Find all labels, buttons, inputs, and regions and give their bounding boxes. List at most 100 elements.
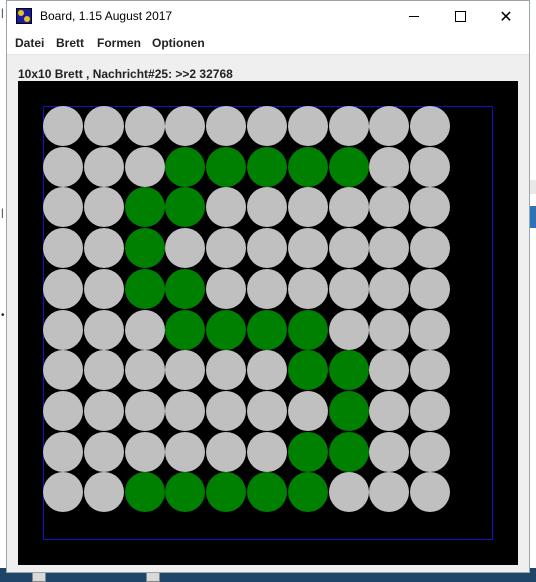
board-cell[interactable]: [206, 106, 247, 146]
board-cell[interactable]: [369, 309, 410, 350]
menu-datei[interactable]: Datei: [15, 36, 44, 50]
board-cell[interactable]: [369, 268, 410, 309]
board-cell[interactable]: [247, 431, 287, 472]
board-cell[interactable]: [124, 390, 165, 431]
maximize-icon: [454, 11, 466, 22]
board-cell[interactable]: [83, 390, 124, 431]
board-cell[interactable]: [328, 350, 369, 391]
board-cell[interactable]: [247, 268, 287, 309]
board-cell[interactable]: [328, 106, 369, 146]
board-cell[interactable]: [328, 309, 369, 350]
board-cell[interactable]: [287, 268, 328, 309]
board-cell[interactable]: [83, 431, 124, 472]
board-cell[interactable]: [165, 268, 206, 309]
board-cell[interactable]: [43, 106, 83, 146]
board-cell[interactable]: [328, 146, 369, 187]
board-cell[interactable]: [43, 431, 83, 472]
board-cell[interactable]: [124, 146, 165, 187]
board-cell[interactable]: [124, 228, 165, 269]
board-cell[interactable]: [43, 146, 83, 187]
board-cell[interactable]: [43, 390, 83, 431]
board-cell[interactable]: [369, 146, 410, 187]
board-cell[interactable]: [410, 390, 451, 431]
board-cell[interactable]: [83, 106, 124, 146]
board-cell[interactable]: [410, 268, 451, 309]
board-cell[interactable]: [328, 268, 369, 309]
board-cell[interactable]: [328, 431, 369, 472]
board-cell[interactable]: [83, 187, 124, 228]
board-cell[interactable]: [287, 228, 328, 269]
app-icon-dot: [24, 16, 30, 22]
board-cell[interactable]: [83, 228, 124, 269]
board-cell[interactable]: [287, 390, 328, 431]
board-cell[interactable]: [328, 228, 369, 269]
board-cell[interactable]: [328, 472, 369, 513]
board-cell[interactable]: [43, 309, 83, 350]
board-cell[interactable]: [247, 350, 287, 391]
client-area: 10x10 Brett , Nachricht#25: >>2 32768: [7, 55, 529, 572]
board-cell[interactable]: [287, 146, 328, 187]
board-cell[interactable]: [206, 309, 247, 350]
board-cell[interactable]: [83, 309, 124, 350]
board-cell[interactable]: [124, 187, 165, 228]
minimize-button[interactable]: [391, 1, 437, 32]
board-cell[interactable]: [83, 472, 124, 513]
maximize-button[interactable]: [437, 1, 483, 32]
board-cell[interactable]: [287, 431, 328, 472]
background-window-tab[interactable]: [530, 206, 536, 228]
desktop-glyph: •: [1, 310, 5, 321]
board-cell[interactable]: [328, 390, 369, 431]
menu-formen[interactable]: Formen: [97, 36, 141, 50]
board-cell[interactable]: [206, 431, 247, 472]
board-cell[interactable]: [247, 309, 287, 350]
board-cell[interactable]: [247, 146, 287, 187]
board-canvas[interactable]: [18, 81, 518, 565]
board-cell[interactable]: [83, 146, 124, 187]
app-icon: [16, 8, 32, 24]
board-cell[interactable]: [43, 268, 83, 309]
board-cell[interactable]: [206, 268, 247, 309]
board-cell[interactable]: [287, 350, 328, 391]
board-cell[interactable]: [43, 350, 83, 391]
board-cell[interactable]: [124, 268, 165, 309]
close-icon: ✕: [499, 6, 513, 26]
board-cell[interactable]: [287, 309, 328, 350]
board-cell[interactable]: [247, 390, 287, 431]
title-bar[interactable]: Board, 1.15 August 2017 ✕: [7, 1, 529, 32]
board-cell[interactable]: [287, 187, 328, 228]
board-cell[interactable]: [410, 309, 451, 350]
board-cell[interactable]: [410, 431, 451, 472]
board-cell[interactable]: [124, 472, 165, 513]
board-cell[interactable]: [410, 106, 451, 146]
board-cell[interactable]: [410, 228, 451, 269]
board-cell[interactable]: [43, 228, 83, 269]
board-cell[interactable]: [165, 146, 206, 187]
board-cell[interactable]: [124, 309, 165, 350]
board-cell[interactable]: [410, 146, 451, 187]
desktop: | | • Board, 1.15 August 2017 ✕ Datei Br…: [0, 0, 536, 582]
background-window-edge: [530, 180, 536, 194]
board-cell[interactable]: [287, 472, 328, 513]
board-cell[interactable]: [124, 431, 165, 472]
board-cell[interactable]: [247, 106, 287, 146]
desktop-glyph: |: [1, 208, 4, 219]
board-cell[interactable]: [165, 309, 206, 350]
board-cell[interactable]: [83, 350, 124, 391]
board-cell[interactable]: [206, 228, 247, 269]
minimize-icon: [409, 16, 419, 17]
close-button[interactable]: ✕: [483, 1, 529, 32]
board-cell[interactable]: [124, 350, 165, 391]
board-cell[interactable]: [206, 146, 247, 187]
desktop-glyph: |: [1, 8, 4, 19]
board-cell[interactable]: [124, 106, 165, 146]
menu-brett[interactable]: Brett: [56, 36, 84, 50]
board-cell[interactable]: [247, 228, 287, 269]
board-cell[interactable]: [165, 431, 206, 472]
menu-optionen[interactable]: Optionen: [152, 36, 205, 50]
board-cell[interactable]: [83, 268, 124, 309]
board-cell[interactable]: [328, 187, 369, 228]
app-window: Board, 1.15 August 2017 ✕ Datei Brett Fo…: [6, 0, 530, 573]
board-cell[interactable]: [206, 390, 247, 431]
board-cell[interactable]: [287, 106, 328, 146]
board-cell[interactable]: [369, 431, 410, 472]
